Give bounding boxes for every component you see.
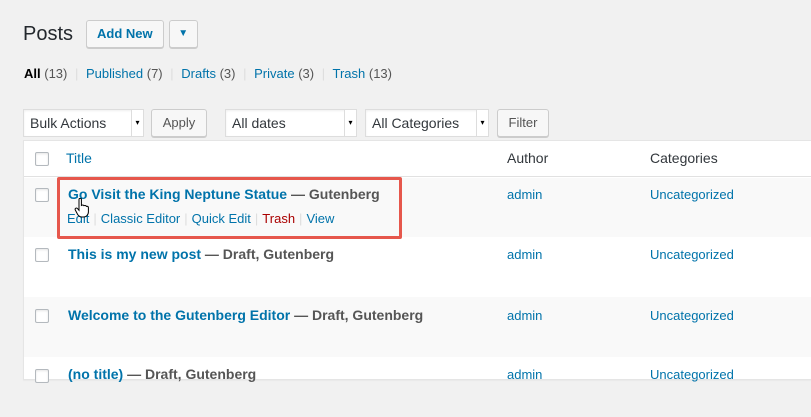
page-header: Posts Add New ▼	[23, 20, 198, 48]
post-state: — Gutenberg	[287, 186, 380, 202]
row-checkbox[interactable]	[35, 309, 49, 323]
classic-editor-link[interactable]: Classic Editor	[101, 211, 180, 226]
quick-edit-link[interactable]: Quick Edit	[192, 211, 251, 226]
table-row: (no title) — Draft, Gutenberg admin Unca…	[24, 357, 811, 417]
category-link[interactable]: Uncategorized	[650, 247, 734, 262]
select-arrow-icon: ▾	[344, 110, 356, 136]
author-link[interactable]: admin	[507, 187, 542, 202]
category-link[interactable]: Uncategorized	[650, 367, 734, 382]
categories-select[interactable]: All Categories ▾	[365, 109, 489, 137]
post-title-link[interactable]: Welcome to the Gutenberg Editor — Draft,…	[68, 307, 423, 323]
column-header-author: Author	[507, 150, 549, 166]
author-link[interactable]: admin	[507, 367, 542, 382]
column-header-title[interactable]: Title	[66, 150, 92, 166]
posts-table: Title Author Categories Go Visit the Kin…	[23, 140, 811, 383]
select-arrow-icon: ▾	[131, 110, 143, 136]
table-row: Go Visit the King Neptune Statue — Guten…	[24, 178, 811, 237]
dates-select[interactable]: All dates ▾	[225, 109, 357, 137]
table-row: This is my new post — Draft, Gutenberg a…	[24, 237, 811, 297]
post-title-link[interactable]: Go Visit the King Neptune Statue — Guten…	[68, 186, 380, 202]
row-actions: Edit | Classic Editor | Quick Edit | Trash | Vie…	[67, 211, 335, 226]
row-checkbox[interactable]	[35, 188, 49, 202]
author-link[interactable]: admin	[507, 308, 542, 323]
filter-all-link[interactable]: All (13)	[24, 66, 67, 81]
filter-button[interactable]: Filter	[497, 109, 549, 137]
category-link[interactable]: Uncategorized	[650, 308, 734, 323]
row-checkbox[interactable]	[35, 248, 49, 262]
trash-link[interactable]: Trash	[262, 211, 295, 226]
add-new-dropdown-button[interactable]: ▼	[168, 20, 198, 48]
filter-trash-link[interactable]: Trash (13)	[333, 66, 393, 81]
page-title: Posts	[23, 22, 74, 45]
filter-published-link[interactable]: Published (7)	[86, 66, 163, 81]
post-state: — Draft, Gutenberg	[201, 246, 335, 262]
select-arrow-icon: ▾	[476, 110, 488, 136]
select-all-checkbox[interactable]	[35, 152, 49, 166]
row-checkbox[interactable]	[35, 369, 49, 383]
filter-private-link[interactable]: Private (3)	[254, 66, 314, 81]
view-link[interactable]: View	[306, 211, 334, 226]
add-new-button[interactable]: Add New	[86, 20, 164, 48]
author-link[interactable]: admin	[507, 247, 542, 262]
filter-drafts-link[interactable]: Drafts (3)	[181, 66, 235, 81]
post-title-link[interactable]: This is my new post — Draft, Gutenberg	[68, 246, 334, 262]
post-state: — Draft, Gutenberg	[290, 307, 424, 323]
apply-button[interactable]: Apply	[151, 109, 207, 137]
category-link[interactable]: Uncategorized	[650, 187, 734, 202]
chevron-down-icon: ▼	[178, 28, 189, 39]
bulk-actions-select[interactable]: Bulk Actions ▾	[23, 109, 144, 137]
post-state: — Draft, Gutenberg	[123, 366, 257, 382]
table-header: Title Author Categories	[24, 141, 811, 177]
table-row: Welcome to the Gutenberg Editor — Draft,…	[24, 297, 811, 357]
hand-pointer-icon	[74, 198, 89, 218]
status-filter-links: All (13) | Published (7) | Drafts (3) | …	[24, 66, 392, 81]
post-title-link[interactable]: (no title) — Draft, Gutenberg	[68, 366, 256, 382]
column-header-categories: Categories	[650, 150, 718, 166]
